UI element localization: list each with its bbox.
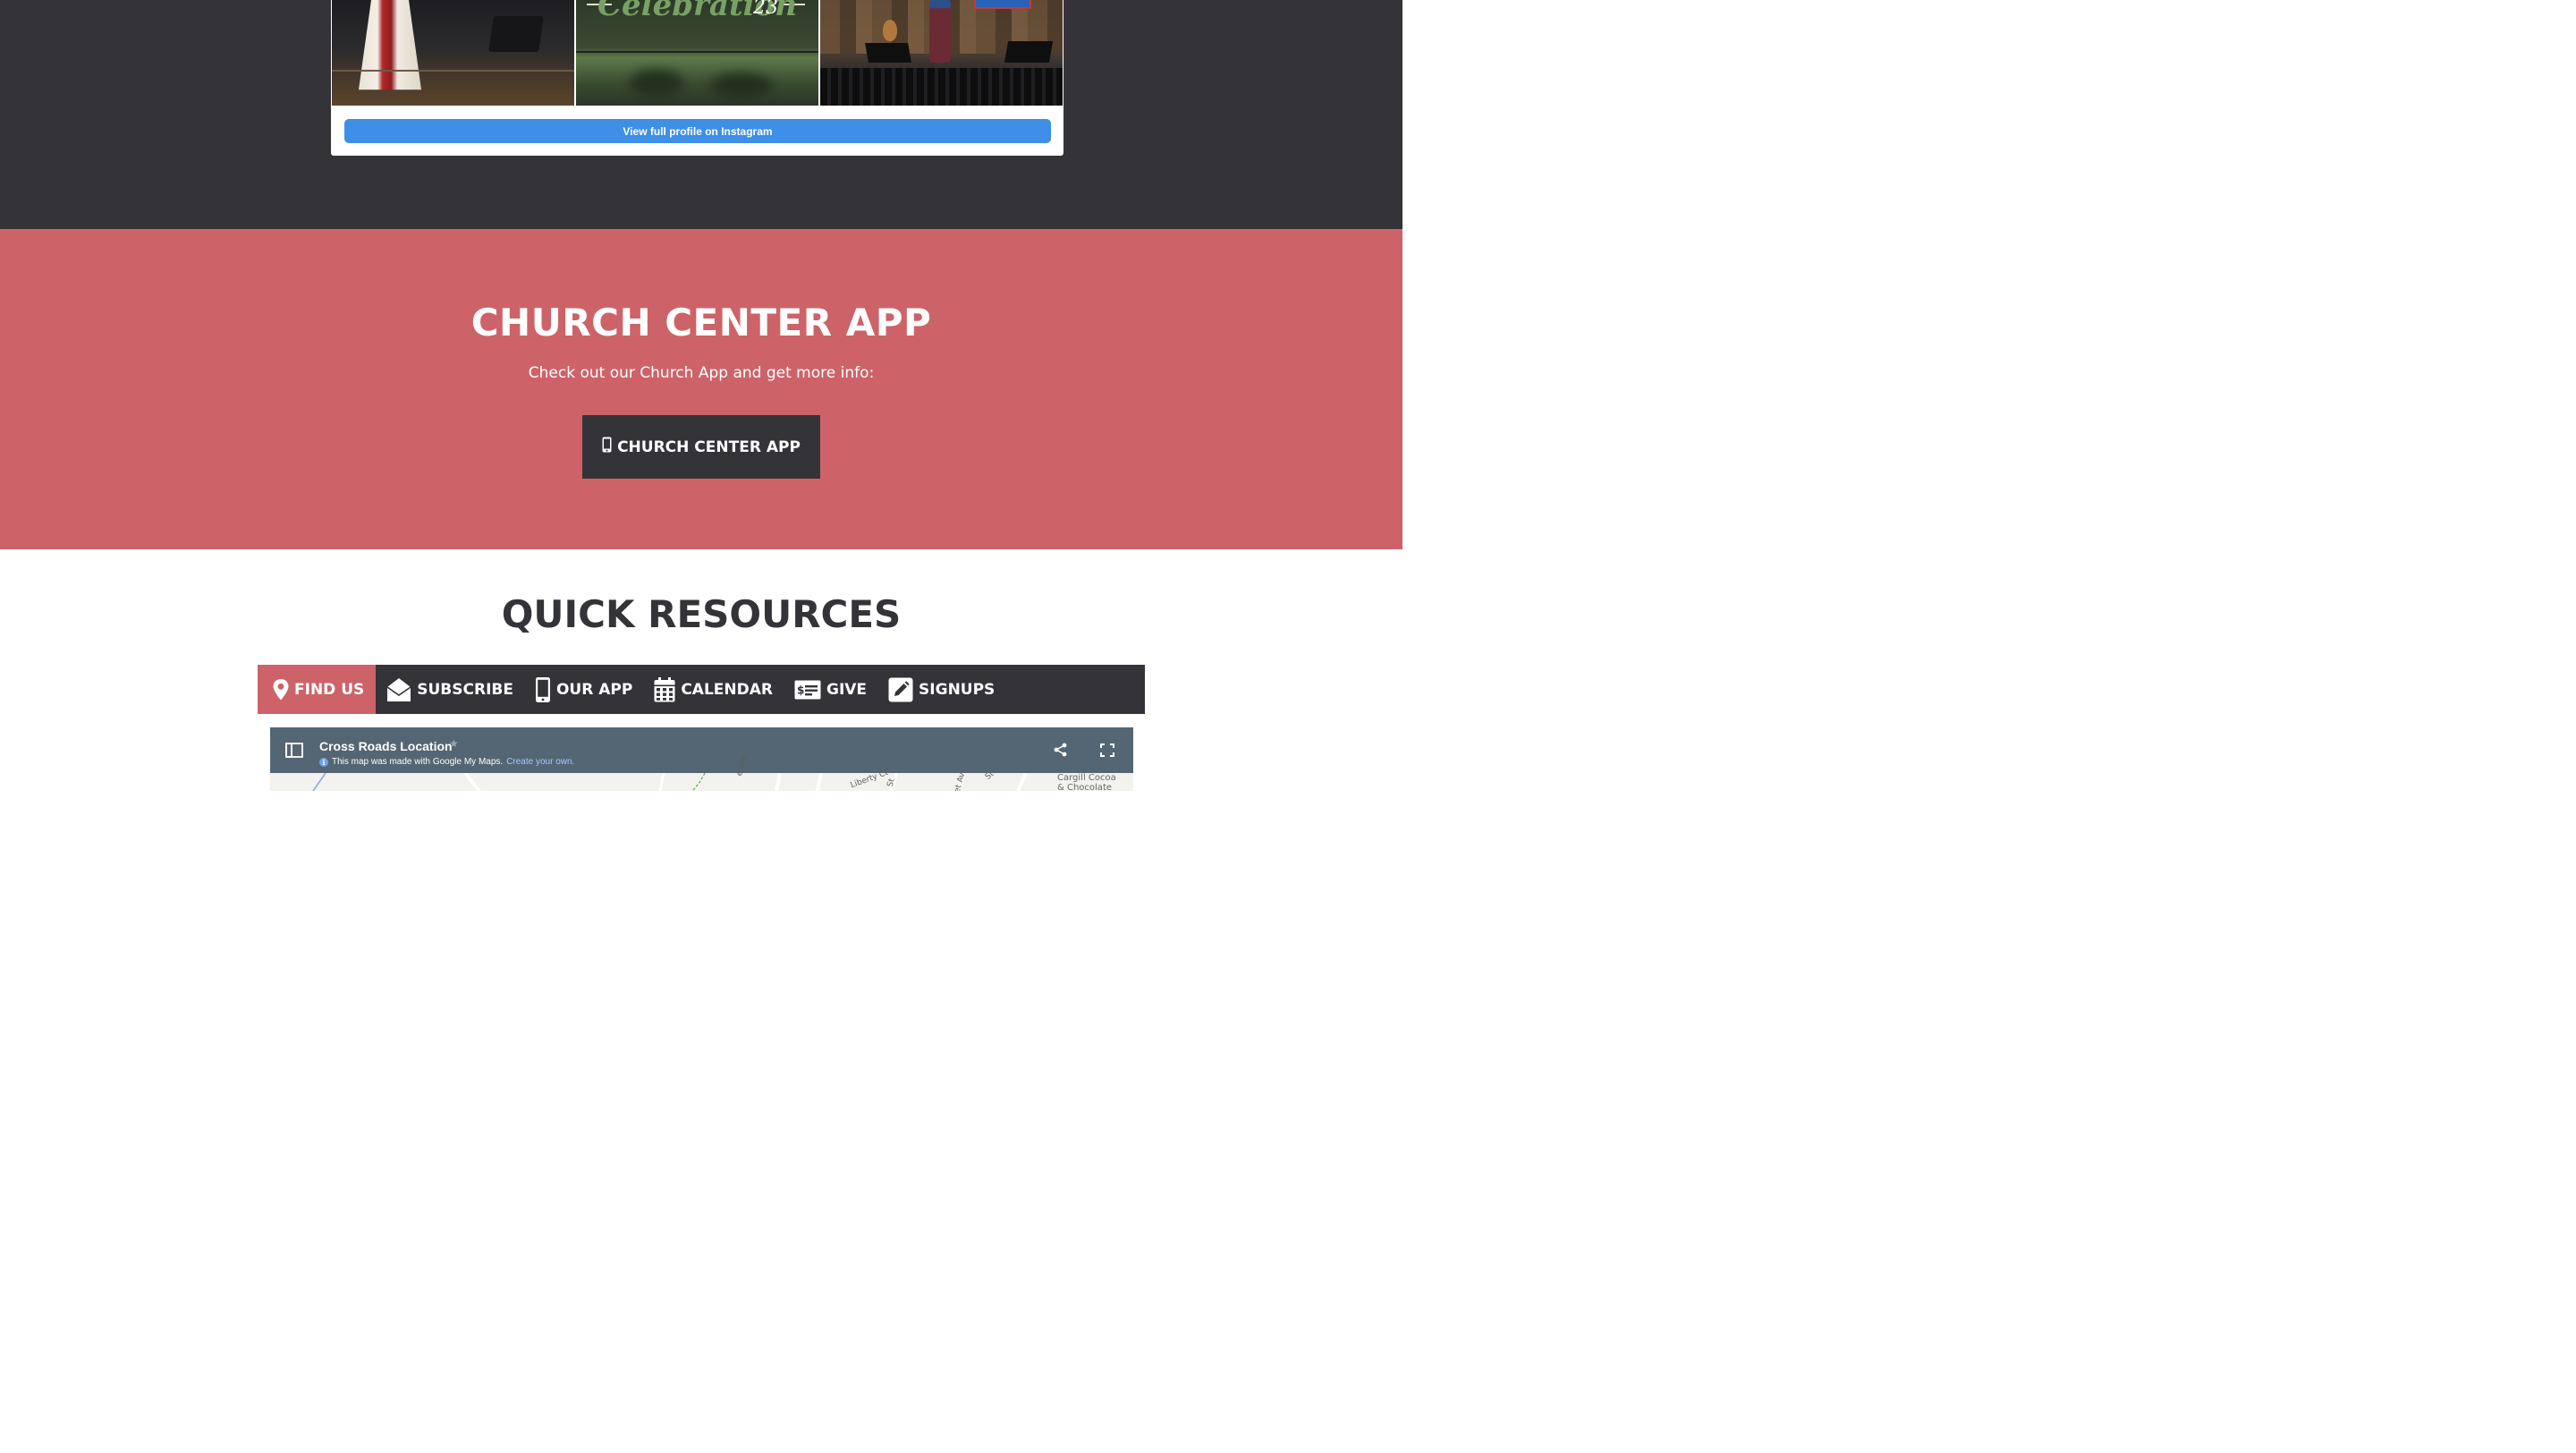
edit-icon xyxy=(888,677,913,702)
map-poi-label: Cargill Cocoa & Chocolate xyxy=(1057,773,1116,791)
share-icon[interactable] xyxy=(1054,743,1067,761)
fullscreen-icon[interactable] xyxy=(1100,743,1114,761)
monitor-speaker xyxy=(1004,41,1054,63)
screen-shape xyxy=(974,0,1031,9)
tab-label: SIGNUPS xyxy=(919,680,996,699)
map-title: Cross Roads Location xyxy=(319,739,453,753)
tab-label: GIVE xyxy=(826,680,868,699)
mobile-phone-icon xyxy=(535,676,551,703)
poi-line: & Chocolate xyxy=(1057,783,1113,791)
svg-text:$: $ xyxy=(797,684,804,696)
instagram-section: Celebration 23 View full profile on Inst… xyxy=(0,0,1402,229)
stage-skirt xyxy=(820,68,1063,106)
tab-calendar[interactable]: CALENDAR xyxy=(643,665,784,714)
blurred-shape xyxy=(630,70,683,97)
map-marker-icon xyxy=(273,678,289,701)
instagram-feed-card: Celebration 23 View full profile on Inst… xyxy=(331,0,1063,156)
view-instagram-profile-button[interactable]: View full profile on Instagram xyxy=(344,119,1051,143)
instagram-photo-2[interactable]: Celebration 23 xyxy=(576,0,818,106)
monitor-speaker xyxy=(865,43,911,63)
tab-give[interactable]: $ GIVE xyxy=(784,665,877,714)
money-check-icon: $ xyxy=(794,680,821,700)
tab-find-us[interactable]: FIND US xyxy=(258,665,377,714)
map-header: Cross Roads Location ★ i This map was ma… xyxy=(270,727,1133,773)
speaker-person xyxy=(929,0,951,63)
tab-label: OUR APP xyxy=(555,680,633,699)
stage-edge xyxy=(332,70,574,72)
app-section-subtitle: Check out our Church App and get more in… xyxy=(528,364,875,382)
instagram-photo-1[interactable] xyxy=(332,0,574,106)
photo-divider xyxy=(576,51,818,53)
blurred-shape xyxy=(710,73,773,98)
app-section-title: CHURCH CENTER APP xyxy=(470,301,932,344)
info-icon: i xyxy=(319,757,328,767)
quick-resources-title: QUICK RESOURCES xyxy=(501,592,902,636)
map-canvas[interactable]: e Cro Liberty Ct St et Av St Cargill Coc… xyxy=(270,754,1133,791)
speaker-shape xyxy=(488,16,544,52)
church-center-app-button[interactable]: CHURCH CENTER APP xyxy=(582,415,820,479)
tab-label: CALENDAR xyxy=(681,680,773,699)
map-roads xyxy=(312,773,1028,791)
mobile-phone-icon xyxy=(602,437,612,457)
google-map-embed[interactable]: Cross Roads Location ★ i This map was ma… xyxy=(270,727,1133,791)
tab-subscribe[interactable]: SUBSCRIBE xyxy=(376,665,524,714)
map-info-text: This map was made with Google My Maps. xyxy=(332,757,504,767)
instagram-photo-3[interactable] xyxy=(820,0,1063,106)
tab-label: SUBSCRIBE xyxy=(417,680,513,699)
resources-tab-bar: FIND US SUBSCRIBE OUR APP CALENDAR $ GIV… xyxy=(258,665,1145,714)
create-map-link[interactable]: Create your own. xyxy=(506,757,574,767)
poi-line: Cargill Cocoa xyxy=(1057,773,1116,783)
church-center-app-section: CHURCH CENTER APP Check out our Church A… xyxy=(0,229,1402,549)
celebration-year: 23 xyxy=(753,0,778,19)
tab-label: FIND US xyxy=(294,680,365,699)
robe-shape xyxy=(359,0,421,90)
app-button-label: CHURCH CENTER APP xyxy=(617,438,801,456)
sidebar-toggle-icon[interactable] xyxy=(285,743,303,762)
calendar-icon xyxy=(654,676,675,702)
map-info: i This map was made with Google My Maps.… xyxy=(319,757,574,767)
envelope-open-icon xyxy=(386,677,411,702)
tab-our-app[interactable]: OUR APP xyxy=(524,665,643,714)
star-icon[interactable]: ★ xyxy=(449,737,459,750)
tab-signups[interactable]: SIGNUPS xyxy=(877,665,1005,714)
guitar-shape xyxy=(883,20,897,41)
celebration-text: Celebration xyxy=(597,0,797,23)
